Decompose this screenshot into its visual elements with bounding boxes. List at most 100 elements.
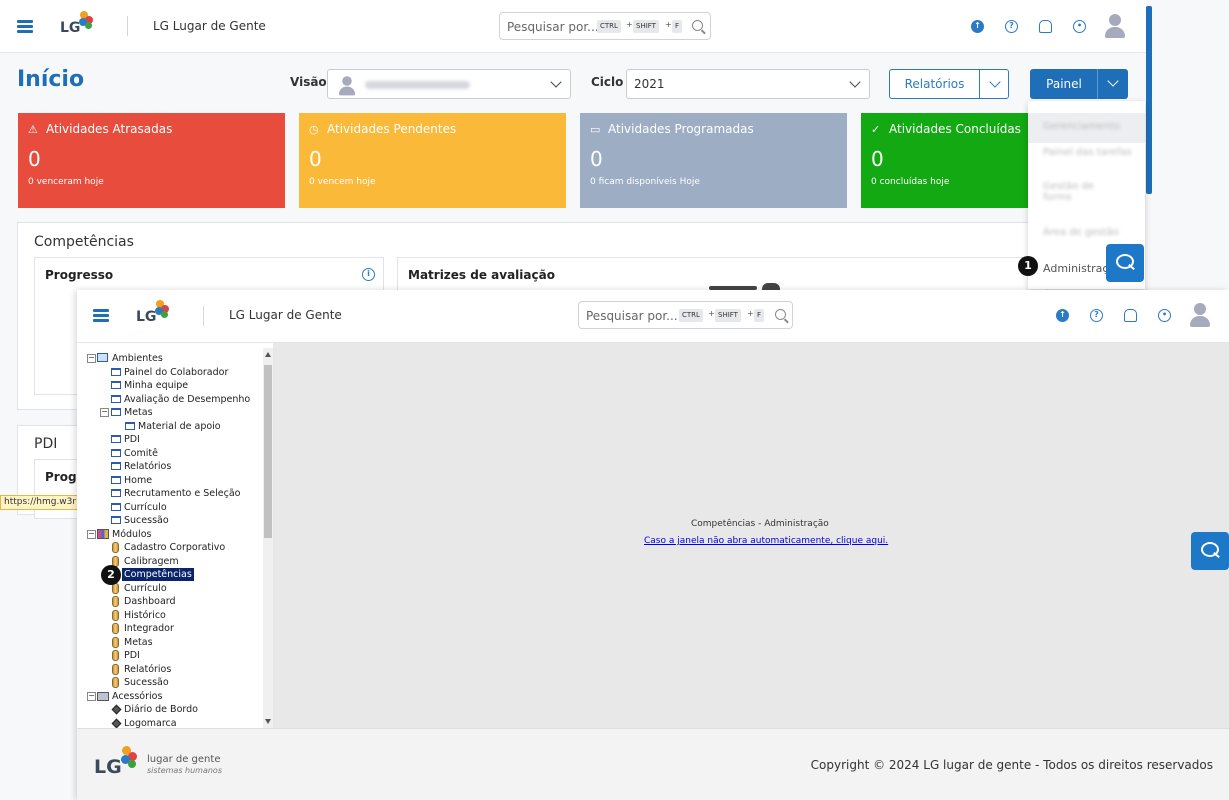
kbd-ctrl: CTRL — [679, 309, 703, 322]
help-icon[interactable]: ? — [1005, 20, 1018, 33]
bell-icon[interactable] — [1039, 20, 1052, 33]
relatorios-dropdown-button[interactable] — [979, 69, 1009, 99]
chat-button[interactable] — [1191, 532, 1229, 570]
menu-icon[interactable] — [93, 309, 109, 322]
page-icon — [111, 368, 121, 376]
lg-logo[interactable]: LG — [136, 300, 169, 325]
kbd-shift: SHIFT — [715, 309, 741, 322]
search-placeholder: Pesquisar por... — [507, 20, 599, 34]
footer-logo: LG — [94, 746, 137, 778]
scrollbar[interactable] — [1146, 6, 1152, 194]
module-icon — [112, 610, 119, 621]
chevron-down-icon — [1107, 75, 1119, 87]
brand-name: LG Lugar de Gente — [153, 19, 266, 33]
module-icon — [112, 664, 119, 675]
open-window-link[interactable]: Caso a janela não abra automaticamente, … — [644, 536, 888, 546]
computer-icon — [97, 353, 108, 362]
chevron-down-icon — [849, 76, 861, 88]
upload-icon[interactable]: ↑ — [971, 20, 984, 33]
avatar[interactable] — [1104, 14, 1126, 38]
upload-icon[interactable]: ↑ — [1056, 309, 1069, 322]
check-icon: ✓ — [871, 123, 881, 136]
scroll-down-icon — [265, 719, 271, 724]
dropdown-item-blurred[interactable]: Gestão de forms — [1028, 181, 1145, 203]
ciclo-select[interactable]: 2021 — [626, 69, 870, 99]
page-icon — [111, 381, 121, 389]
module-icon — [112, 623, 119, 634]
page-icon — [111, 476, 121, 484]
dropdown-item-blurred[interactable]: Área de gestão — [1028, 227, 1145, 238]
pdi-title: PDI — [34, 436, 58, 452]
kbd-ctrl: CTRL — [597, 20, 621, 33]
divider — [127, 16, 128, 36]
chevron-down-icon — [550, 76, 562, 88]
search-icon[interactable] — [775, 309, 786, 320]
chevron-down-icon — [989, 76, 1001, 88]
content-frame: Competências - Administração Caso a jane… — [273, 343, 1229, 728]
visao-blurred-value — [365, 81, 470, 89]
step-badge-1: 1 — [1018, 256, 1038, 276]
chat-button[interactable] — [1106, 244, 1144, 282]
visao-select[interactable] — [327, 69, 571, 99]
search-input[interactable]: Pesquisar por... CTRL + SHIFT + F — [578, 301, 793, 329]
gear-icon[interactable]: • — [1158, 309, 1171, 322]
clock-icon: ◷ — [309, 123, 319, 136]
avatar[interactable] — [1189, 303, 1211, 327]
module-icon — [112, 650, 119, 661]
gear-icon[interactable]: • — [1073, 20, 1086, 33]
page-icon — [111, 435, 121, 443]
drawer-icon — [97, 692, 109, 701]
search-icon[interactable] — [692, 20, 703, 31]
menu-icon[interactable] — [17, 20, 33, 33]
page-icon — [111, 516, 121, 524]
page-icon — [111, 395, 121, 403]
page-title: Início — [17, 67, 85, 92]
kbd-f: F — [672, 20, 683, 33]
painel-button[interactable]: Painel — [1030, 69, 1098, 99]
ciclo-value: 2021 — [634, 77, 665, 91]
top-bar: LG LG Lugar de Gente Pesquisar por... CT… — [0, 0, 1146, 53]
books-icon — [97, 529, 109, 539]
bell-icon[interactable] — [1124, 309, 1137, 322]
progresso-title: Progresso — [45, 268, 114, 282]
scroll-up-icon — [265, 352, 271, 357]
top-bar: LG LG Lugar de Gente Pesquisar por... CT… — [77, 290, 1229, 343]
lg-logo[interactable]: LG — [60, 11, 93, 36]
module-icon — [112, 596, 119, 607]
info-icon[interactable]: i — [362, 268, 375, 281]
tool-icon — [111, 718, 122, 728]
card-atrasadas[interactable]: ⚠ Atividades Atrasadas 0 0 venceram hoje — [18, 113, 285, 208]
kbd-f: F — [754, 309, 765, 322]
relatorios-button[interactable]: Relatórios — [889, 69, 980, 99]
page-icon — [111, 408, 121, 416]
module-icon — [112, 637, 119, 648]
help-icon[interactable]: ? — [1090, 309, 1103, 322]
step-badge-2: 2 — [101, 565, 121, 585]
painel-dropdown-button[interactable] — [1097, 69, 1128, 99]
card-pendentes[interactable]: ◷ Atividades Pendentes 0 0 vencem hoje — [299, 113, 566, 208]
page-icon — [111, 489, 121, 497]
ciclo-label: Ciclo — [591, 75, 624, 89]
dropdown-item-blurred[interactable]: Gerenciamento — [1028, 113, 1145, 143]
tree-scrollbar[interactable] — [263, 348, 273, 728]
page-icon — [111, 462, 121, 470]
search-input[interactable]: Pesquisar por... CTRL + SHIFT + F — [499, 12, 711, 40]
module-icon — [112, 677, 119, 688]
module-icon — [112, 542, 119, 553]
copyright-text: Copyright © 2024 LG lugar de gente - Tod… — [810, 758, 1213, 772]
navigation-tree: − Ambientes Painel do Colaborador Minha e… — [77, 348, 273, 728]
competencias-title: Competências — [34, 234, 134, 250]
folder-icon: ▭ — [590, 123, 601, 136]
footer: LG lugar de gente sistemas humanos Copyr… — [77, 728, 1229, 800]
admin-window: LG LG Lugar de Gente Pesquisar por... CT… — [77, 290, 1229, 800]
url-tooltip: https://hmg.w3r — [0, 495, 78, 510]
warning-icon: ⚠ — [28, 123, 38, 136]
visao-avatar — [338, 76, 356, 96]
page-icon — [111, 503, 121, 511]
dropdown-item-blurred[interactable]: Painel das tarefas — [1028, 147, 1145, 158]
visao-label: Visão — [290, 75, 327, 89]
matrizes-title: Matrizes de avaliação — [408, 268, 555, 282]
content-title: Competências - Administração — [691, 519, 829, 529]
brand-name: LG Lugar de Gente — [229, 308, 342, 322]
card-programadas[interactable]: ▭ Atividades Programadas 0 0 ficam dispo… — [580, 113, 847, 208]
